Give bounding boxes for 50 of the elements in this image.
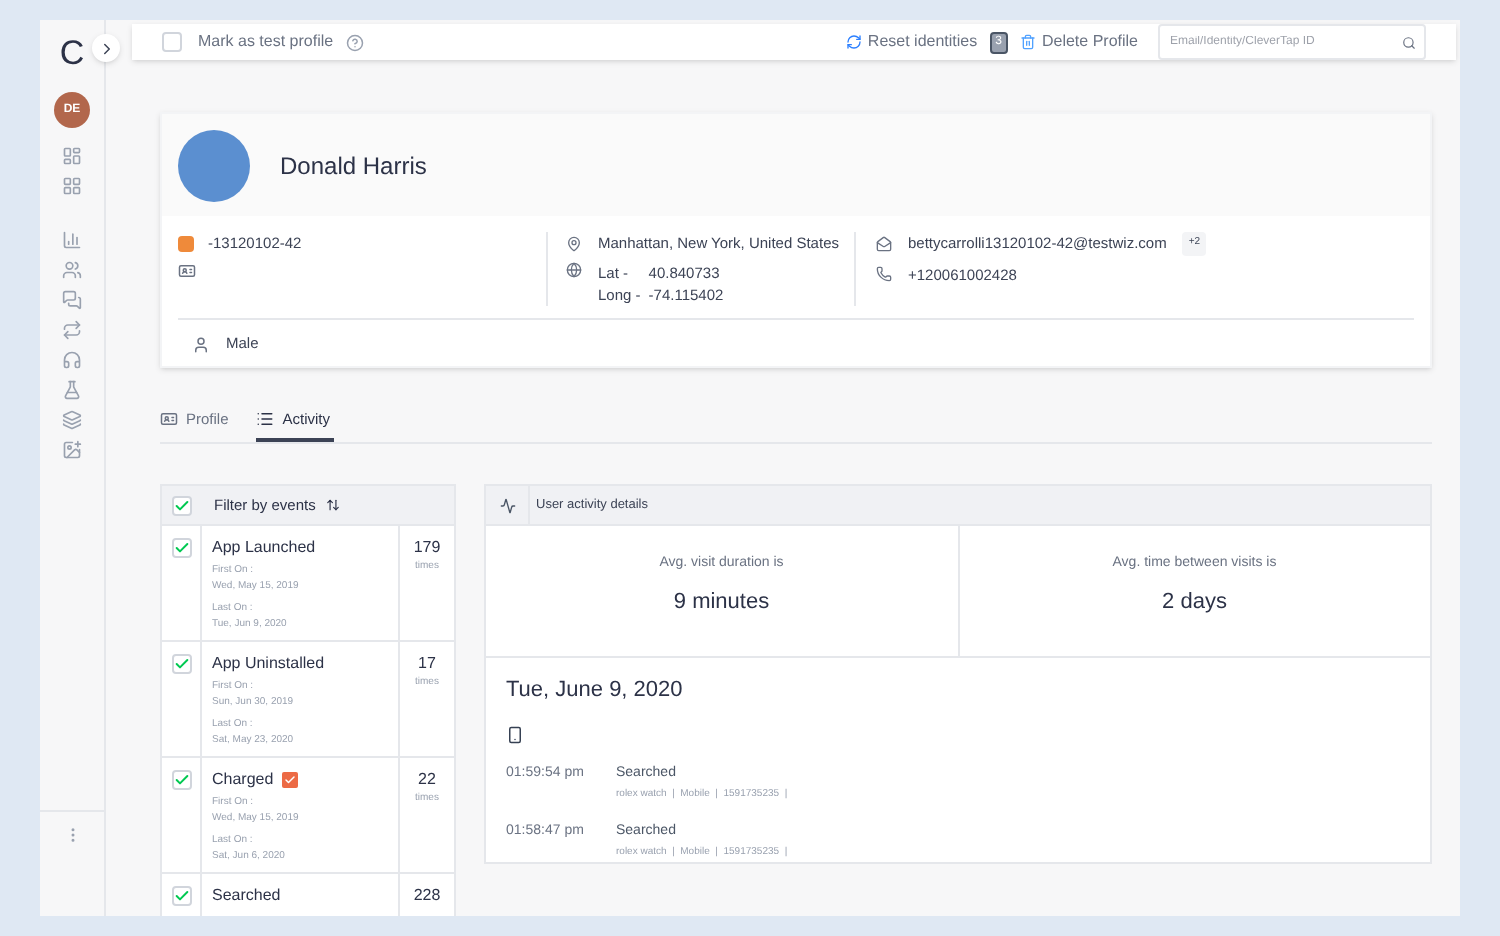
activity-date: Tue, June 9, 2020 (506, 676, 685, 707)
dashboard-icon[interactable] (62, 146, 82, 166)
event-count: 228 (413, 884, 441, 909)
expand-button[interactable] (92, 34, 120, 62)
person-icon (192, 335, 210, 353)
activity-icon (499, 497, 515, 514)
event-name[interactable]: App Launched (212, 536, 316, 561)
image-icon[interactable] (62, 440, 82, 460)
reset-identities-button[interactable]: Reset identities (845, 30, 978, 54)
event-name[interactable]: App Uninstalled (212, 652, 325, 677)
phone-icon (876, 266, 892, 283)
event-count: 17 (418, 652, 436, 677)
phone-device-icon (506, 725, 524, 744)
globe-icon (566, 262, 582, 279)
checkbox[interactable] (171, 886, 191, 907)
id-card-icon (160, 410, 178, 429)
app-logo-icon (178, 235, 194, 252)
test-profile-label: Mark as test profile (198, 30, 334, 54)
stat-value: 9 minutes (673, 587, 770, 618)
stat-value: 2 days (1162, 587, 1227, 618)
flask-icon[interactable] (62, 380, 82, 400)
event-count: 22 (418, 768, 436, 793)
checkbox[interactable] (171, 654, 191, 675)
checkbox[interactable] (171, 538, 191, 559)
headset-icon[interactable] (62, 350, 82, 370)
users-icon[interactable] (62, 260, 82, 280)
checkbox[interactable] (171, 770, 191, 791)
chat-icon[interactable] (62, 290, 82, 310)
sort-icon (325, 498, 340, 513)
refresh-icon (845, 34, 862, 50)
event-count: 179 (413, 536, 441, 561)
profile-name: Donald Harris (280, 149, 427, 183)
event-name[interactable]: Charged (212, 768, 274, 793)
help-icon[interactable] (345, 33, 364, 51)
location-icon (566, 235, 582, 252)
delete-profile-button[interactable]: Delete Profile (1019, 30, 1138, 54)
bar-chart-icon[interactable] (62, 230, 82, 250)
trash-icon (1019, 34, 1036, 50)
search-icon[interactable] (1402, 35, 1416, 49)
checkbox[interactable] (162, 32, 182, 52)
id-icon (178, 262, 196, 281)
list-icon (256, 410, 275, 429)
repeat-icon[interactable] (62, 320, 82, 340)
mail-icon (876, 235, 892, 252)
photo-placeholder (178, 129, 250, 201)
logo[interactable]: C (59, 36, 85, 70)
grid-icon[interactable] (62, 176, 82, 196)
layers-icon[interactable] (62, 410, 82, 430)
event-name[interactable]: Searched (212, 884, 281, 909)
checkbox[interactable] (172, 495, 192, 516)
